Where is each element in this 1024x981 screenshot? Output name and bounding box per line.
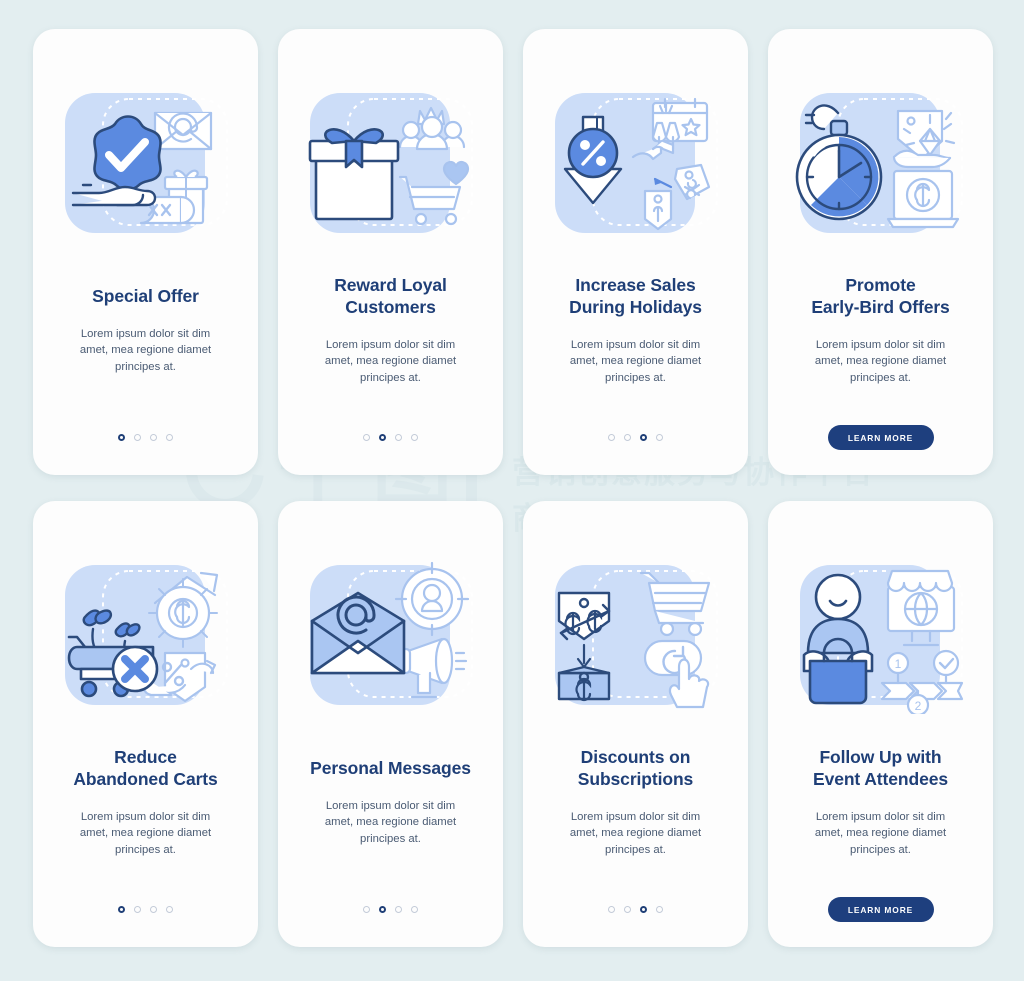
onboarding-screens-grid: Special Offer Lorem ipsum dolor sit dim a… <box>0 0 1024 981</box>
hand-holding-star-check-envelope-gift-illustration <box>59 85 232 242</box>
screen-title: Discounts on Subscriptions <box>566 746 705 790</box>
pagination-dot-active[interactable] <box>379 906 386 913</box>
screen-title-line: Event Attendees <box>813 769 948 789</box>
pagination-dot[interactable] <box>363 434 370 441</box>
screen-title: Promote Early-Bird Offers <box>799 274 961 318</box>
screen-title-line: Customers <box>345 297 436 317</box>
onboarding-screen-reduce-abandoned-carts: Reduce Abandoned Carts Lorem ipsum dolor s… <box>33 501 258 947</box>
email-at-target-user-megaphone-illustration <box>304 557 477 714</box>
pagination-dots <box>523 906 748 913</box>
screen-title-line: Discounts on <box>580 747 691 767</box>
onboarding-screen-personal-messages: Personal Messages Lorem ipsum dolor sit d… <box>278 501 503 947</box>
pagination-dot[interactable] <box>608 434 615 441</box>
screen-title: Increase Sales During Holidays <box>557 274 714 318</box>
cart-cross-sprouts-dollar-gear-arrow-percent-tag-illustration <box>59 557 232 714</box>
screen-title-line: Follow Up with <box>819 747 942 767</box>
screen-body-text: Lorem ipsum dolor sit dim amet, mea regi… <box>324 800 457 845</box>
screen-title: Special Offer <box>80 285 211 307</box>
pagination-dot-active[interactable] <box>118 434 125 441</box>
pagination-dot[interactable] <box>363 906 370 913</box>
pagination-dot[interactable] <box>134 434 141 441</box>
screen-title-line: Personal Messages <box>310 758 471 778</box>
pagination-dot[interactable] <box>166 906 173 913</box>
screen-body-text: Lorem ipsum dolor sit dim amet, mea regi… <box>569 811 702 856</box>
screen-body-text: Lorem ipsum dolor sit dim amet, mea regi… <box>324 339 457 384</box>
pagination-dot[interactable] <box>656 434 663 441</box>
pagination-dots <box>278 434 503 441</box>
pagination-dot-active[interactable] <box>379 434 386 441</box>
onboarding-screen-reward-loyal-customers: Reward Loyal Customers Lorem ipsum dolor s… <box>278 29 503 475</box>
onboarding-screen-promote-early-bird-offers: Promote Early-Bird Offers Lorem ipsum dolo… <box>768 29 993 475</box>
screen-title-line: Abandoned Carts <box>73 769 218 789</box>
screen-title-line: Subscriptions <box>577 769 694 789</box>
pagination-dot[interactable] <box>624 906 631 913</box>
learn-more-button[interactable]: LEARN MORE <box>827 897 934 922</box>
pagination-dot[interactable] <box>395 434 402 441</box>
pagination-dots <box>278 906 503 913</box>
screen-body-text: Lorem ipsum dolor sit dim amet, mea regi… <box>814 339 947 384</box>
screen-title-line: Early-Bird Offers <box>811 297 950 317</box>
pagination-dot[interactable] <box>624 434 631 441</box>
percent-arrow-down-calendar-cheers-price-tags-illustration <box>549 85 722 242</box>
onboarding-screen-discounts-on-subscriptions: Discounts on Subscriptions Lorem ipsum dol… <box>523 501 748 947</box>
onboarding-screen-follow-up-with-event-attendees: 1 2 Follow Up with Event Attendees Lorem i… <box>768 501 993 947</box>
pagination-dot[interactable] <box>656 906 663 913</box>
pagination-dot-active[interactable] <box>118 906 125 913</box>
pagination-dot[interactable] <box>411 906 418 913</box>
pagination-dot[interactable] <box>150 906 157 913</box>
person-bag-store-globe-steps-check-illustration: 1 2 <box>794 557 967 714</box>
stopwatch-diamond-tag-laptop-dollar-illustration <box>794 85 967 242</box>
screen-title: Personal Messages <box>298 757 483 779</box>
screen-title: Reduce Abandoned Carts <box>61 746 229 790</box>
pagination-dot-active[interactable] <box>640 906 647 913</box>
pagination-dot[interactable] <box>608 906 615 913</box>
onboarding-screen-special-offer: Special Offer Lorem ipsum dolor sit dim a… <box>33 29 258 475</box>
onboarding-screen-increase-sales-during-holidays: Increase Sales During Holidays Lorem ipsum… <box>523 29 748 475</box>
screen-body-text: Lorem ipsum dolor sit dim amet, mea regi… <box>814 811 947 856</box>
screen-title-line: Increase Sales <box>575 275 696 295</box>
screen-body-text: Lorem ipsum dolor sit dim amet, mea regi… <box>79 328 212 373</box>
price-tags-discount-cart-refresh-hand-illustration <box>549 557 722 714</box>
learn-more-button[interactable]: LEARN MORE <box>827 425 934 450</box>
screen-title: Reward Loyal Customers <box>322 274 459 318</box>
screen-body-text: Lorem ipsum dolor sit dim amet, mea regi… <box>79 811 212 856</box>
pagination-dots <box>523 434 748 441</box>
svg-text:1: 1 <box>895 657 902 671</box>
pagination-dots <box>33 434 258 441</box>
screen-title: Follow Up with Event Attendees <box>801 746 960 790</box>
pagination-dot-active[interactable] <box>640 434 647 441</box>
pagination-dot[interactable] <box>134 906 141 913</box>
screen-title-line: Reward Loyal <box>334 275 447 295</box>
screen-body-text: Lorem ipsum dolor sit dim amet, mea regi… <box>569 339 702 384</box>
pagination-dot[interactable] <box>150 434 157 441</box>
screen-title-line: During Holidays <box>569 297 702 317</box>
svg-text:2: 2 <box>915 699 922 713</box>
pagination-dots <box>33 906 258 913</box>
pagination-dot[interactable] <box>166 434 173 441</box>
pagination-dot[interactable] <box>395 906 402 913</box>
pagination-dot[interactable] <box>411 434 418 441</box>
screen-title-line: Special Offer <box>92 286 199 306</box>
screen-title-line: Promote <box>845 275 916 295</box>
gift-box-crown-people-cart-heart-illustration <box>304 85 477 242</box>
screen-title-line: Reduce <box>114 747 177 767</box>
